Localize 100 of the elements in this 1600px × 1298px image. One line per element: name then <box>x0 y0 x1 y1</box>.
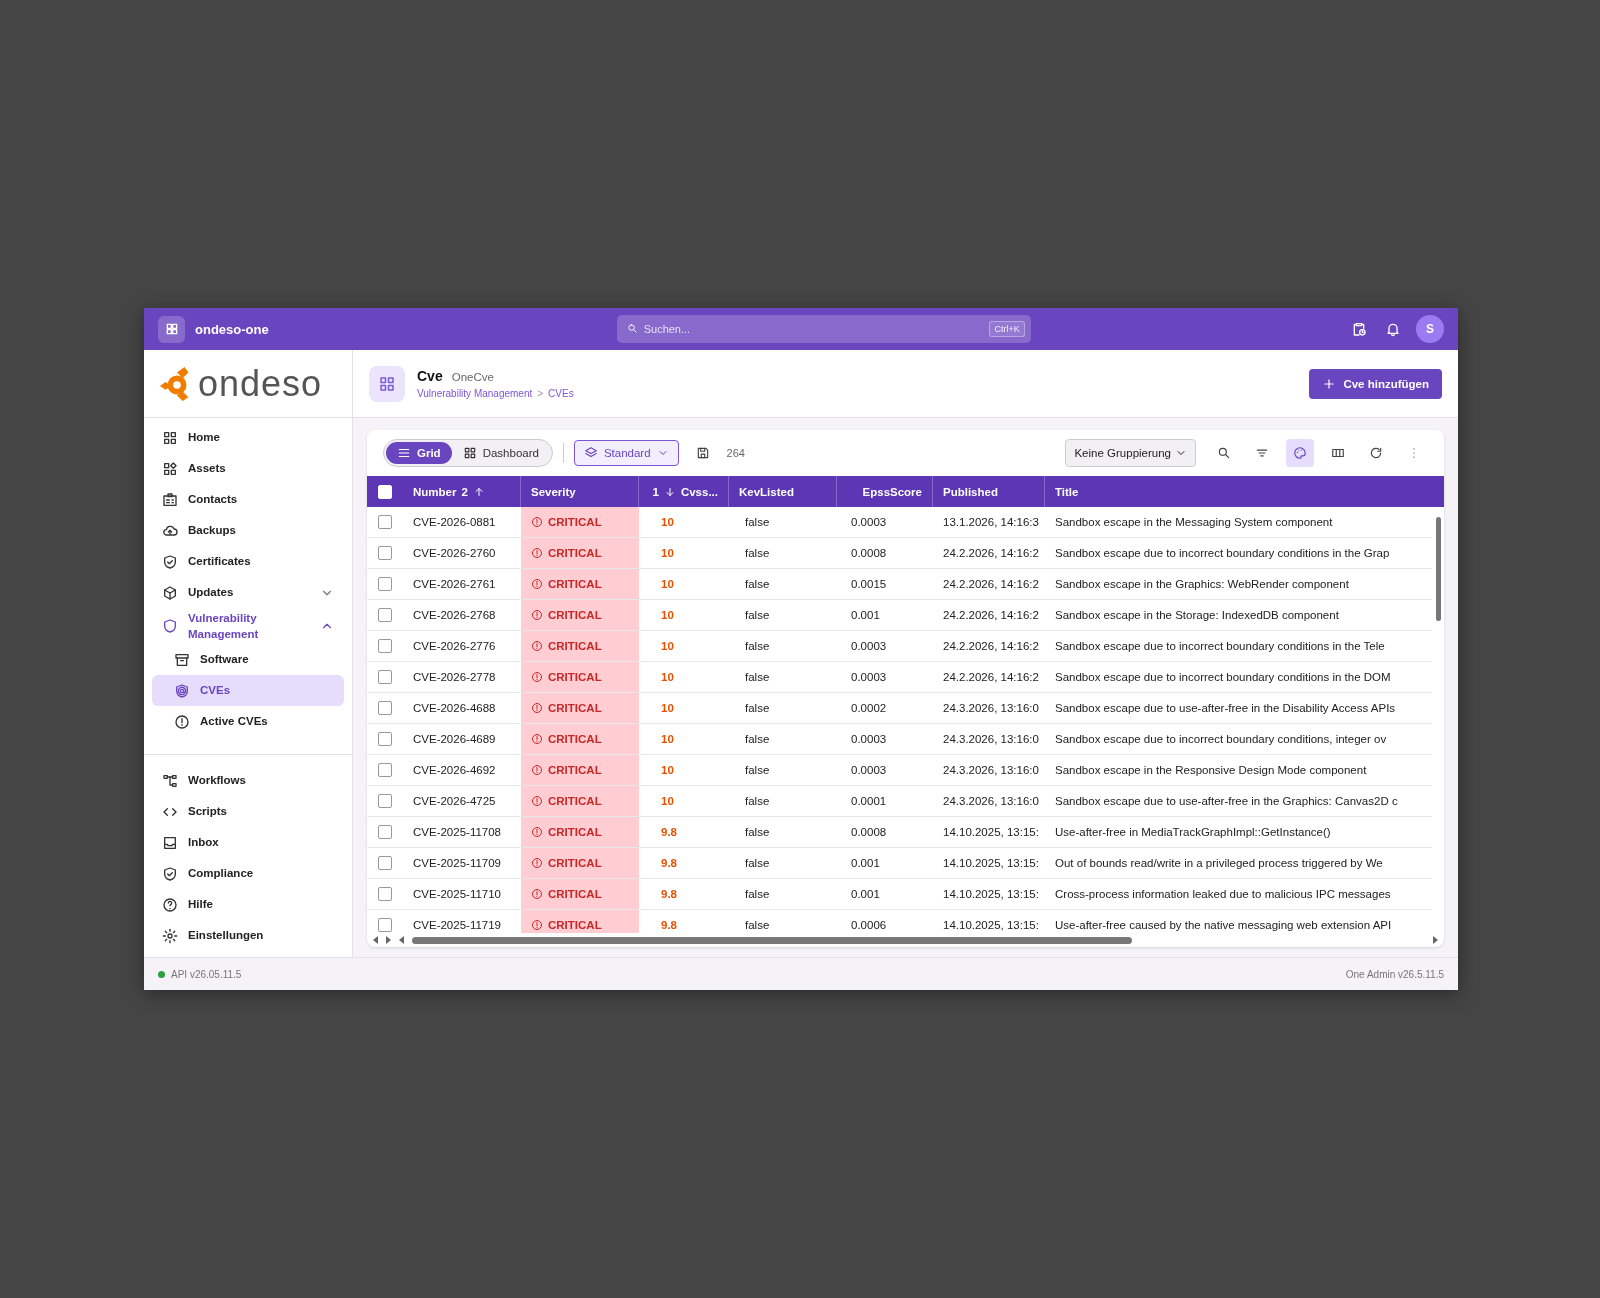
sidebar-subitem[interactable]: Software <box>152 644 344 675</box>
table-cell-text: 24.2.2026, 14:16:2 <box>942 639 1040 654</box>
table-cell-text: Sandbox escape due to incorrect boundary conditions in the Tele <box>1054 639 1386 654</box>
table-cell-text: 10 <box>660 670 675 685</box>
add-button[interactable]: Cve hinzufügen <box>1309 368 1442 399</box>
row-checkbox[interactable] <box>378 639 392 653</box>
severity-cell: CRITICAL <box>521 755 639 785</box>
table-cell-text: 0.001 <box>850 608 881 623</box>
row-checkbox[interactable] <box>378 670 392 684</box>
table-cell-text: Out of bounds read/write in a privileged process triggered by We <box>1054 856 1384 871</box>
table-cell-text: Sandbox escape due to use-after-free in the Disability Access APIs <box>1054 701 1397 716</box>
table-cell-text: CVE-2026-2768 <box>412 608 497 623</box>
row-checkbox[interactable] <box>378 918 392 932</box>
nodes-icon <box>162 772 178 789</box>
search-icon <box>626 323 638 334</box>
table-cell-text: Sandbox escape due to incorrect boundary conditions in the Grap <box>1054 546 1391 561</box>
row-checkbox[interactable] <box>378 825 392 839</box>
table-cell-text: 9.8 <box>660 856 678 871</box>
table-cell-text: 0.0015 <box>850 577 888 592</box>
apps-button[interactable] <box>158 315 185 343</box>
table-cell-text: 13.1.2026, 14:16:3 <box>942 515 1040 530</box>
table-cell-text: CVE-2026-2760 <box>412 546 497 561</box>
row-checkbox[interactable] <box>378 515 392 529</box>
sidebar-item[interactable]: Compliance <box>152 858 344 889</box>
severity-cell: CRITICAL <box>521 724 639 754</box>
table-cell-text: 24.2.2026, 14:16:2 <box>942 670 1040 685</box>
shield-icon <box>162 618 178 634</box>
table-cell-text: 0.001 <box>850 887 881 902</box>
sidebar-item[interactable]: Workflows <box>152 765 344 796</box>
row-checkbox[interactable] <box>378 763 392 777</box>
view-tab[interactable]: Grid <box>386 442 452 464</box>
app-version: One Admin v26.5.11.5 <box>1345 968 1444 980</box>
list-icon <box>397 446 411 460</box>
sidebar-item[interactable]: Einstellungen <box>152 920 344 951</box>
table-cell-text: false <box>744 763 771 778</box>
refresh-icon <box>1369 446 1383 460</box>
breadcrumb-link[interactable]: CVEs <box>548 388 574 399</box>
row-checkbox[interactable] <box>378 887 392 901</box>
grid-icon <box>162 429 178 446</box>
shield-check-icon <box>162 865 178 882</box>
sidebar-item[interactable]: Updates <box>152 577 344 608</box>
archive-icon <box>174 651 190 668</box>
row-checkbox[interactable] <box>378 608 392 622</box>
sidebar-item[interactable]: Certificates <box>152 546 344 577</box>
table-cell-text: CVE-2025-11719 <box>412 918 502 933</box>
column-header[interactable]: 1 Cvss... <box>639 476 729 507</box>
sidebar-item[interactable]: Vulnerability Management <box>152 608 344 644</box>
shortcut-hint: Ctrl+K <box>989 321 1025 337</box>
row-checkbox[interactable] <box>378 856 392 870</box>
table-cell-text: 0.0003 <box>850 763 888 778</box>
sidebar-item[interactable]: Assets <box>152 453 344 484</box>
table-cell-text: CVE-2025-11708 <box>412 825 502 840</box>
shield-at-icon <box>174 682 190 699</box>
table-cell-text: CVE-2026-4725 <box>412 794 497 809</box>
preset-dropdown[interactable]: Standard <box>573 440 679 466</box>
sidebar-subitem[interactable]: Active CVEs <box>152 706 344 737</box>
column-header[interactable]: Title <box>1045 476 1444 507</box>
row-checkbox[interactable] <box>378 732 392 746</box>
table-cell-text: 0.0003 <box>850 732 888 747</box>
grouping-dropdown[interactable]: Keine Gruppierung <box>1065 439 1196 467</box>
table-cell-text: CVE-2026-2778 <box>412 670 497 685</box>
column-header[interactable]: Number 2 <box>403 476 521 507</box>
table-cell-text: false <box>744 515 771 530</box>
clipboard-clock-icon <box>1351 321 1367 337</box>
row-checkbox[interactable] <box>378 701 392 715</box>
sidebar-item[interactable]: Backups <box>152 515 344 546</box>
table-cell-text: false <box>744 670 771 685</box>
table-cell-text: 10 <box>660 794 675 809</box>
table-cell-text: 10 <box>660 763 675 778</box>
table-cell-text: Sandbox escape due to incorrect boundary conditions in the DOM <box>1054 670 1392 685</box>
sidebar-item[interactable]: Inbox <box>152 827 344 858</box>
column-header[interactable]: KevListed <box>729 476 837 507</box>
table-cell-text: 24.3.2026, 13:16:0 <box>942 794 1040 809</box>
search-icon <box>1217 446 1231 460</box>
breadcrumb-link[interactable]: Vulnerability Management <box>417 388 533 399</box>
severity-cell: CRITICAL <box>521 507 639 537</box>
row-checkbox[interactable] <box>378 546 392 560</box>
table-cell-text: Sandbox escape due to use-after-free in the Graphics: Canvas2D c <box>1054 794 1399 809</box>
row-checkbox[interactable] <box>378 794 392 808</box>
table-cell-text: 10 <box>660 546 675 561</box>
select-all-checkbox[interactable] <box>378 484 392 499</box>
view-tab[interactable]: Dashboard <box>451 442 550 464</box>
table-cell-text: 0.0008 <box>850 825 888 840</box>
grid-icon <box>378 374 396 393</box>
sidebar-item[interactable]: Contacts <box>152 484 344 515</box>
table-cell-text: 14.10.2025, 13:15: <box>942 918 1040 933</box>
table-cell-text: 10 <box>660 515 675 530</box>
table-cell-text: false <box>744 825 771 840</box>
table-cell-text: Use-after-free caused by the native messaging web extension API <box>1054 918 1393 933</box>
sidebar-subitem[interactable]: CVEs <box>152 675 344 706</box>
column-header[interactable]: Published <box>933 476 1045 507</box>
sidebar-item[interactable]: Hilfe <box>152 889 344 920</box>
sidebar-item[interactable]: Home <box>152 422 344 453</box>
table-cell-text: 0.001 <box>850 856 881 871</box>
table-cell-text: false <box>744 701 771 716</box>
sidebar-item[interactable]: Scripts <box>152 796 344 827</box>
row-checkbox[interactable] <box>378 577 392 591</box>
column-header[interactable]: EpssScore <box>837 476 933 507</box>
bell-icon <box>1385 321 1401 337</box>
table-cell-text: false <box>744 546 771 561</box>
